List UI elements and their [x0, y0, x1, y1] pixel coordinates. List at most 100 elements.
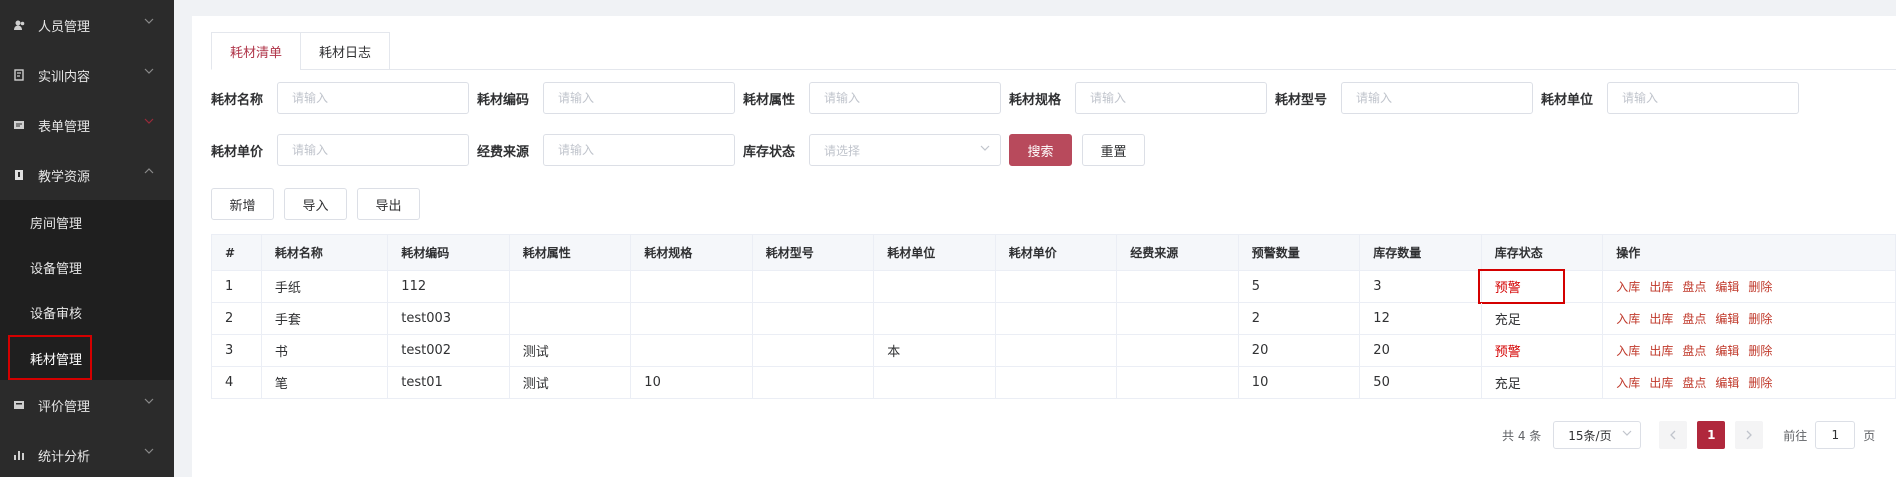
consumable-code-input[interactable] — [543, 82, 735, 114]
filter-label: 耗材名称 — [211, 92, 264, 108]
filter-label: 耗材单价 — [211, 144, 264, 160]
stock-out-link[interactable]: 出库 — [1649, 374, 1673, 391]
actions-cell: 入库 出库 盘点 编辑 删除 — [1603, 367, 1896, 399]
stock-in-link[interactable]: 入库 — [1616, 342, 1640, 359]
consumable-price-input[interactable] — [277, 134, 469, 166]
chevron-down-icon — [144, 17, 156, 29]
edit-link[interactable]: 编辑 — [1715, 342, 1739, 359]
menu-item-personnel[interactable]: 人员管理 — [0, 0, 174, 50]
reset-button[interactable]: 重置 — [1082, 134, 1145, 166]
stock-in-link[interactable]: 入库 — [1616, 374, 1640, 391]
stock-in-link[interactable]: 入库 — [1616, 278, 1640, 295]
consumable-spec-input[interactable] — [1075, 82, 1267, 114]
stock-in-link[interactable]: 入库 — [1616, 310, 1640, 327]
table-header-cell: 耗材单价 — [995, 235, 1118, 271]
menu-item-teaching-resources[interactable]: 教学资源 — [0, 150, 174, 200]
stock-out-link[interactable]: 出库 — [1649, 278, 1673, 295]
edit-link[interactable]: 编辑 — [1715, 278, 1739, 295]
menu-item-evaluation[interactable]: 评价管理 — [0, 380, 174, 430]
inventory-check-link[interactable]: 盘点 — [1682, 374, 1706, 391]
sidebar-item-equipment-review[interactable]: 设备审核 — [0, 290, 174, 335]
add-button[interactable]: 新增 — [211, 188, 274, 220]
table-row: 4 笔 test01 测试 10 10 50 充足 入库 出库 盘点 编辑 删除 — [212, 367, 1896, 399]
table-cell: 20 — [1360, 335, 1482, 367]
stock-out-link[interactable]: 出库 — [1649, 342, 1673, 359]
consumable-unit-input[interactable] — [1607, 82, 1799, 114]
inventory-check-link[interactable]: 盘点 — [1682, 278, 1706, 295]
consumable-name-input[interactable] — [277, 82, 469, 114]
chevron-down-icon — [144, 447, 156, 459]
table-cell — [874, 271, 996, 303]
filter-row-2: 耗材单价 经费来源 库存状态 请选择 搜索 重置 — [211, 134, 1145, 166]
table-cell: 测试 — [509, 335, 632, 367]
table-header-cell: 耗材编码 — [388, 235, 510, 271]
table-row: 2 手套 test003 2 12 充足 入库 出库 盘点 编辑 删除 — [212, 303, 1896, 335]
table-cell: 测试 — [509, 367, 632, 399]
edit-link[interactable]: 编辑 — [1715, 310, 1739, 327]
consumable-model-input[interactable] — [1341, 82, 1533, 114]
sidebar: 人员管理 实训内容 表单管理 教学资源 房间管理 设备管理 设备审核 耗材管理 … — [0, 0, 174, 477]
table-cell: 2 — [212, 303, 262, 335]
table-cell — [874, 367, 996, 399]
page-number-current[interactable]: 1 — [1697, 421, 1726, 449]
chevron-down-icon — [144, 117, 156, 129]
stock-status-select[interactable]: 请选择 — [809, 134, 1001, 166]
menu-item-forms[interactable]: 表单管理 — [0, 100, 174, 150]
stock-out-link[interactable]: 出库 — [1649, 310, 1673, 327]
filter-label: 耗材单位 — [1541, 92, 1594, 108]
page-size-select[interactable]: 15条/页 — [1553, 421, 1642, 449]
table-cell: 1 — [212, 271, 262, 303]
actions-cell: 入库 出库 盘点 编辑 删除 — [1603, 303, 1896, 335]
inventory-check-link[interactable]: 盘点 — [1682, 342, 1706, 359]
goto-page-input[interactable] — [1815, 421, 1856, 449]
table-cell — [995, 271, 1118, 303]
table-cell: 手套 — [261, 303, 389, 335]
funding-source-input[interactable] — [543, 134, 735, 166]
sidebar-item-consumables[interactable]: 耗材管理 — [0, 335, 174, 380]
import-button[interactable]: 导入 — [284, 188, 347, 220]
stock-status-cell: 充足 — [1481, 367, 1604, 399]
table-cell: 书 — [261, 335, 389, 367]
form-icon — [12, 118, 26, 132]
prev-page-button[interactable] — [1659, 421, 1688, 449]
inventory-check-link[interactable]: 盘点 — [1682, 310, 1706, 327]
table-header-cell: 库存状态 — [1481, 235, 1604, 271]
delete-link[interactable]: 删除 — [1748, 278, 1772, 295]
table-cell — [752, 303, 875, 335]
edit-link[interactable]: 编辑 — [1715, 374, 1739, 391]
table-cell — [752, 271, 875, 303]
search-button[interactable]: 搜索 — [1009, 134, 1072, 166]
menu-label: 评价管理 — [38, 399, 91, 415]
sidebar-item-rooms[interactable]: 房间管理 — [0, 200, 174, 245]
delete-link[interactable]: 删除 — [1748, 310, 1772, 327]
sidebar-item-label: 耗材管理 — [8, 335, 93, 380]
goto-prefix: 前往 — [1783, 428, 1808, 443]
stock-status-cell: 预警 — [1477, 269, 1604, 304]
delete-link[interactable]: 删除 — [1748, 342, 1772, 359]
table-cell: 笔 — [261, 367, 389, 399]
chevron-up-icon — [144, 167, 156, 179]
table-cell: 手纸 — [261, 271, 389, 303]
chevron-down-icon — [144, 67, 156, 79]
filter-label: 库存状态 — [743, 144, 796, 160]
actions-cell: 入库 出库 盘点 编辑 删除 — [1603, 335, 1896, 367]
table-cell: 112 — [388, 271, 510, 303]
next-page-button[interactable] — [1735, 421, 1764, 449]
goto-suffix: 页 — [1863, 428, 1876, 443]
tab-consumables-list[interactable]: 耗材清单 — [211, 32, 301, 70]
table-cell — [509, 303, 632, 335]
table-header-cell: 耗材属性 — [509, 235, 632, 271]
tabs-divider — [352, 69, 1896, 70]
menu-label: 统计分析 — [38, 449, 91, 465]
export-button[interactable]: 导出 — [357, 188, 420, 220]
table-cell: 50 — [1360, 367, 1482, 399]
sidebar-item-equipment[interactable]: 设备管理 — [0, 245, 174, 290]
toolbar: 新增 导入 导出 — [211, 188, 420, 220]
menu-item-statistics[interactable]: 统计分析 — [0, 430, 174, 477]
delete-link[interactable]: 删除 — [1748, 374, 1772, 391]
table-header-row: # 耗材名称 耗材编码 耗材属性 耗材规格 耗材型号 耗材单位 耗材单价 经费来… — [212, 235, 1896, 271]
tab-consumables-log[interactable]: 耗材日志 — [300, 32, 391, 70]
filter-row-1: 耗材名称 耗材编码 耗材属性 耗材规格 耗材型号 耗材单位 — [211, 82, 1807, 114]
menu-item-training[interactable]: 实训内容 — [0, 50, 174, 100]
consumable-attribute-input[interactable] — [809, 82, 1001, 114]
